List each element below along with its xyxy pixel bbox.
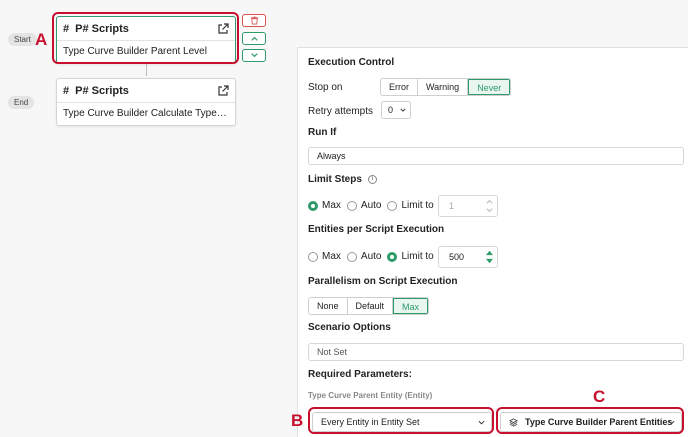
workflow-node-2[interactable]: # P# Scripts Type Curve Builder Calculat…	[56, 78, 236, 126]
limit-steps-auto-label: Auto	[360, 200, 382, 211]
retry-attempts-select[interactable]: 0	[381, 101, 411, 119]
node-type-label: P# Scripts	[75, 84, 129, 97]
delete-node-button[interactable]	[242, 14, 266, 27]
parallelism-default[interactable]: Default	[347, 298, 394, 314]
entities-limit-number-value: 500	[449, 252, 465, 262]
parallelism-heading: Parallelism on Script Execution	[308, 276, 458, 287]
retry-attempts-value: 0	[388, 105, 394, 115]
execution-control-heading: Execution Control	[308, 57, 395, 68]
end-label: End	[8, 96, 35, 109]
limit-steps-options: Max Auto Limit to	[308, 200, 440, 211]
annotation-box-a	[52, 12, 239, 64]
entities-max-radio[interactable]	[308, 251, 318, 262]
parallelism-none[interactable]: None	[309, 298, 348, 314]
stop-on-warning[interactable]: Warning	[418, 79, 469, 95]
spin-down-icon[interactable]	[485, 258, 494, 265]
annotation-label-a: A	[35, 30, 48, 49]
stop-on-error[interactable]: Error	[381, 79, 418, 95]
entities-auto-radio[interactable]	[346, 251, 357, 262]
chevron-down-icon	[250, 53, 258, 58]
scenario-options-heading: Scenario Options	[308, 322, 391, 333]
spin-up-icon[interactable]	[485, 249, 494, 256]
spin-up-icon[interactable]	[485, 198, 494, 205]
entities-per-script-options: Max Auto Limit to	[308, 251, 440, 262]
annotation-label-c: C	[593, 387, 606, 406]
open-external-icon[interactable]	[217, 84, 229, 97]
annotation-box-b	[308, 407, 494, 434]
limit-steps-max-label: Max	[322, 200, 341, 211]
start-label: Start	[8, 33, 37, 46]
scenario-options-field[interactable]: Not Set	[308, 343, 684, 361]
move-up-button[interactable]	[242, 32, 266, 45]
limit-steps-limit-radio[interactable]	[387, 200, 398, 211]
entities-limit-radio[interactable]	[387, 251, 398, 262]
entities-limit-label: Limit to	[401, 251, 434, 262]
run-if-heading: Run If	[308, 127, 337, 138]
settings-panel: Execution Control Stop on Error Warning …	[297, 47, 688, 437]
node-connector	[146, 62, 147, 76]
move-down-button[interactable]	[242, 49, 266, 62]
parameter-label: Type Curve Parent Entity (Entity)	[308, 391, 433, 400]
chevron-down-icon	[400, 108, 406, 112]
hash-icon: #	[63, 84, 70, 97]
info-icon[interactable]: i	[367, 174, 377, 184]
limit-steps-heading: Limit Steps i	[308, 174, 377, 185]
entities-per-script-heading: Entities per Script Execution	[308, 224, 445, 235]
stop-on-never[interactable]: Never	[468, 79, 511, 95]
annotation-label-b: B	[291, 411, 304, 430]
run-if-field[interactable]: Always	[308, 147, 684, 165]
entities-limit-number-input[interactable]: 500	[438, 246, 498, 268]
entities-max-label: Max	[322, 251, 341, 262]
limit-steps-limit-label: Limit to	[401, 200, 434, 211]
spin-down-icon[interactable]	[485, 207, 494, 214]
limit-steps-number-input[interactable]: 1	[438, 195, 498, 217]
limit-steps-number-value: 1	[449, 201, 455, 211]
limit-steps-auto-radio[interactable]	[346, 200, 357, 211]
parallelism-toggle: None Default Max	[308, 297, 430, 315]
limit-steps-max-radio[interactable]	[308, 200, 318, 211]
node-name: Type Curve Builder Calculate Type Curv..…	[63, 108, 235, 119]
retry-attempts-label: Retry attempts	[308, 106, 374, 117]
stop-on-toggle: Error Warning Never	[380, 78, 512, 96]
chevron-up-icon	[250, 36, 258, 41]
stop-on-label: Stop on	[308, 82, 343, 93]
limit-steps-heading-text: Limit Steps	[308, 174, 362, 185]
required-parameters-heading: Required Parameters:	[308, 369, 412, 380]
parallelism-max[interactable]: Max	[393, 298, 429, 314]
entities-auto-label: Auto	[360, 251, 382, 262]
annotation-box-c	[496, 407, 684, 434]
trash-icon	[250, 16, 258, 25]
